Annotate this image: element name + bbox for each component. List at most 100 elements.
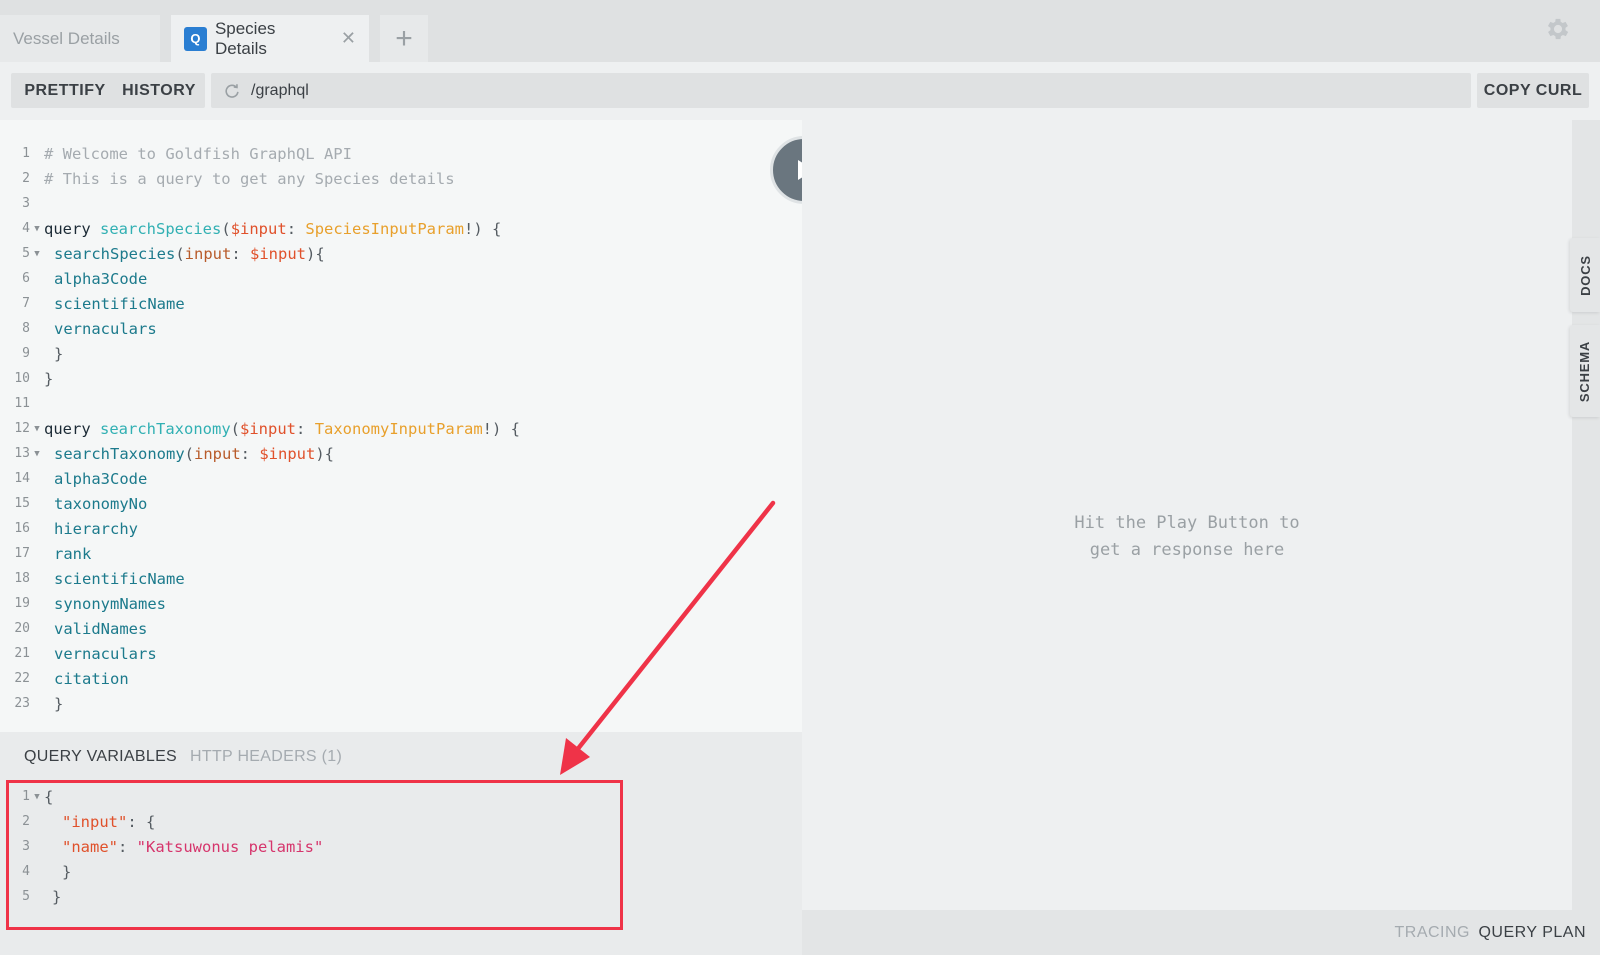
code-field: rank [54,544,92,563]
fold-arrow-icon[interactable]: ▼ [30,224,44,234]
line-number: 20 [14,621,30,636]
code-line: 15 taxonomyNo [0,491,800,516]
line-number: 13 [14,446,30,461]
tab-label: Vessel Details [13,28,120,48]
line-number: 19 [14,596,30,611]
code-field: scientificName [54,569,185,588]
code-text: searchSpecies(input: $input){ [54,244,325,263]
fold-arrow-icon[interactable]: ▼ [30,449,44,459]
line-number: 7 [22,296,30,311]
code-line: 23 } [0,691,800,716]
endpoint-url: /graphql [251,81,309,99]
tab-query-variables[interactable]: QUERY VARIABLES [24,748,177,766]
line-number: 9 [22,346,30,361]
query-badge-icon: Q [184,26,207,51]
prettify-button[interactable]: PRETTIFY [11,73,119,108]
tracing-button[interactable]: TRACING [1395,924,1471,942]
annotation-highlight-box [6,780,623,930]
code-line: 7 scientificName [0,291,800,316]
fold-arrow-icon[interactable]: ▼ [30,249,44,259]
code-line: 12 ▼ query searchTaxonomy($input: Taxonom… [0,416,800,441]
line-number: 1 [22,146,30,161]
tab-species-details[interactable]: Q Species Details ✕ [171,15,369,62]
code-punctuation: } [54,344,64,363]
code-line: 2 # This is a query to get any Species d… [0,166,800,191]
code-field: scientificName [54,294,185,313]
code-line: 11 [0,391,800,416]
code-field: vernaculars [54,644,157,663]
code-line: 20 validNames [0,616,800,641]
line-number: 23 [14,696,30,711]
schema-side-tab[interactable]: SCHEMA [1570,325,1600,417]
code-line: 9 } [0,341,800,366]
docs-label: DOCS [1577,254,1593,296]
line-number: 15 [14,496,30,511]
code-line: 5 ▼ searchSpecies(input: $input){ [0,241,800,266]
line-number: 21 [14,646,30,661]
code-punctuation: } [54,694,64,713]
line-number: 5 [22,246,30,261]
code-line: 21 vernaculars [0,641,800,666]
add-tab-button[interactable]: + [380,15,428,62]
variables-tabs: QUERY VARIABLES HTTP HEADERS (1) [24,748,342,766]
query-editor[interactable]: 1 # Welcome to Goldfish GraphQL API 2 # … [0,120,802,732]
fold-arrow-icon[interactable]: ▼ [30,424,44,434]
schema-label: SCHEMA [1577,340,1593,402]
code-field: synonymNames [54,594,166,613]
code-text: query searchTaxonomy($input: TaxonomyInp… [44,419,520,438]
line-number: 2 [22,171,30,186]
line-number: 17 [14,546,30,561]
code-field: vernaculars [54,319,157,338]
line-number: 3 [22,196,30,211]
result-placeholder-line: Hit the Play Button to [1074,513,1300,533]
code-field: validNames [54,619,148,638]
line-number: 18 [14,571,30,586]
query-plan-button[interactable]: QUERY PLAN [1478,924,1586,942]
line-number: 4 [22,221,30,236]
code-line: 22 citation [0,666,800,691]
copy-curl-button[interactable]: COPY CURL [1477,73,1589,108]
endpoint-url-bar[interactable]: /graphql [211,73,1471,108]
code-field: taxonomyNo [54,494,148,513]
code-comment: # This is a query to get any Species det… [44,169,455,188]
code-line: 10 } [0,366,800,391]
code-text: query searchSpecies($input: SpeciesInput… [44,219,502,238]
reload-icon[interactable] [223,82,241,100]
tab-label: Species Details [214,18,276,58]
code-line: 16 hierarchy [0,516,800,541]
gear-icon[interactable] [1544,15,1572,43]
line-number: 16 [14,521,30,536]
code-field: alpha3Code [54,469,148,488]
line-number: 11 [14,396,30,411]
code-line: 3 [0,191,800,216]
code-comment: # Welcome to Goldfish GraphQL API [44,144,352,163]
code-line: 8 vernaculars [0,316,800,341]
code-line: 14 alpha3Code [0,466,800,491]
code-punctuation: } [44,369,54,388]
tab-http-headers[interactable]: HTTP HEADERS (1) [190,748,342,766]
tab-bar: Vessel Details Q Species Details ✕ + [0,0,1600,62]
result-pane: Hit the Play Button to get a response he… [802,120,1572,910]
code-line: 13 ▼ searchTaxonomy(input: $input){ [0,441,800,466]
history-button[interactable]: HISTORY [113,73,205,108]
code-field: citation [54,669,129,688]
result-footer: TRACING QUERY PLAN [802,910,1600,955]
line-number: 10 [14,371,30,386]
tab-vessel-details[interactable]: Vessel Details [0,15,160,62]
docs-side-tab[interactable]: DOCS [1570,238,1600,312]
code-field: hierarchy [54,519,138,538]
code-line: 19 synonymNames [0,591,800,616]
line-number: 14 [14,471,30,486]
plus-icon: + [395,21,413,55]
code-field: alpha3Code [54,269,148,288]
close-icon[interactable]: ✕ [341,28,356,49]
result-placeholder-line: get a response here [1089,540,1285,560]
code-line: 17 rank [0,541,800,566]
line-number: 8 [22,321,30,336]
code-line: 18 scientificName [0,566,800,591]
code-line: 4 ▼ query searchSpecies($input: SpeciesIn… [0,216,800,241]
line-number: 12 [14,421,30,436]
code-text: searchTaxonomy(input: $input){ [54,444,335,463]
toolbar: PRETTIFY HISTORY /graphql COPY CURL [0,62,1600,120]
code-line: 6 alpha3Code [0,266,800,291]
